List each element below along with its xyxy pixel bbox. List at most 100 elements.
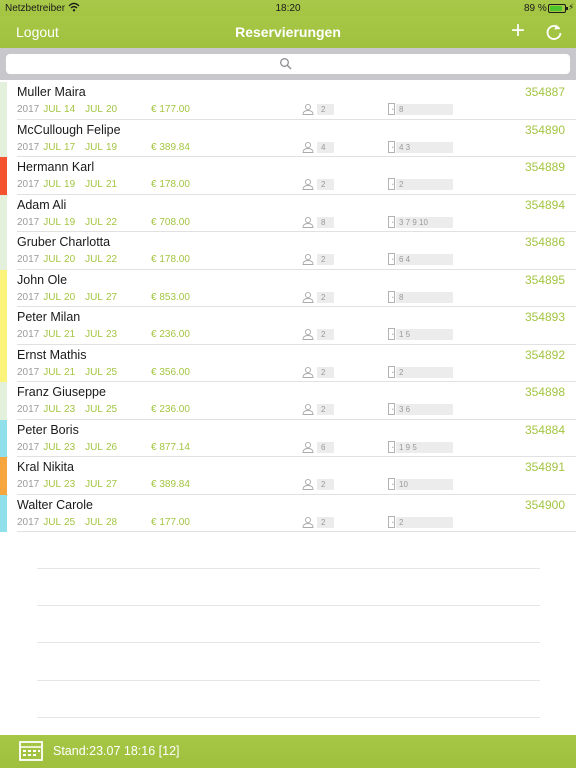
guest-name: Muller Maira [17, 85, 86, 99]
empty-row-divider [37, 717, 540, 718]
to-month: JUL [85, 516, 103, 528]
price: € 178.00 [151, 179, 190, 190]
door-icon [388, 178, 395, 190]
date-range: 2017 JUL 21 JUL 25 [17, 367, 117, 378]
reservation-row[interactable]: Walter Carole 354900 2017 JUL 25 JUL 28 € 177.0… [0, 494, 576, 532]
status-color-bar [0, 269, 7, 307]
to-day: 22 [105, 216, 118, 228]
reservation-row[interactable]: Hermann Karl 354889 2017 JUL 19 JUL 21 € 178.00… [0, 157, 576, 195]
year: 2017 [17, 216, 40, 228]
search-input[interactable] [6, 54, 570, 74]
from-month: JUL [43, 104, 62, 115]
guest-count: 2 [317, 291, 334, 303]
year: 2017 [17, 329, 40, 340]
person-icon [302, 178, 314, 190]
from-day: 23 [64, 479, 76, 490]
year: 2017 [17, 366, 40, 378]
date-range: 2017 JUL 20 JUL 22 [17, 254, 117, 265]
to-month: JUL [85, 216, 103, 228]
to-month: JUL [85, 329, 103, 340]
to-month: JUL [85, 404, 103, 415]
year: 2017 [17, 254, 40, 265]
plus-icon[interactable]: + [508, 18, 528, 44]
reservation-number: 354900 [524, 497, 565, 512]
door-icon [388, 478, 395, 490]
from-month: JUL [43, 366, 62, 378]
year: 2017 [17, 141, 40, 153]
last-update-status: Stand:23.07 18:16 [12] [53, 744, 180, 758]
from-month: JUL [43, 179, 62, 190]
year: 2017 [17, 479, 40, 490]
footer-bar: Stand:23.07 18:16 [12] [0, 735, 576, 768]
guest-count: 2 [317, 516, 334, 528]
from-day: 21 [64, 329, 76, 340]
reservation-row[interactable]: Peter Boris 354884 2017 JUL 23 JUL 26 € 877.14 6… [0, 419, 576, 457]
reservation-row[interactable]: Adam Ali 354894 2017 JUL 19 JUL 22 € 708.00 8 3 7… [0, 194, 576, 232]
to-day: 22 [105, 254, 118, 265]
person-icon [302, 216, 314, 228]
reservation-row[interactable]: Gruber Charlotta 354886 2017 JUL 20 JUL 22 € 17… [0, 232, 576, 270]
price: € 877.14 [151, 441, 190, 453]
guest-name: Adam Ali [17, 197, 67, 212]
from-month: JUL [43, 404, 62, 415]
reservation-number: 354895 [524, 272, 565, 287]
person-icon [302, 328, 314, 340]
date-range: 2017 JUL 20 JUL 27 [17, 292, 117, 303]
reservation-row[interactable]: Peter Milan 354893 2017 JUL 21 JUL 23 € 236.00 2… [0, 307, 576, 345]
charging-icon: ⚡ [568, 2, 575, 12]
status-color-bar [0, 119, 7, 157]
room-numbers: 1 5 [396, 329, 453, 340]
from-day: 19 [64, 179, 76, 190]
status-color-bar [0, 232, 7, 270]
reservation-row[interactable]: John Ole 354895 2017 JUL 20 JUL 27 € 853.00 2 8 [0, 269, 576, 307]
to-day: 21 [105, 179, 118, 190]
guest-count: 2 [317, 329, 334, 340]
reservation-row[interactable]: McCullough Felipe 354890 2017 JUL 17 JUL 19 € 3… [0, 119, 576, 157]
reservation-row[interactable]: Ernst Mathis 354892 2017 JUL 21 JUL 25 € 356.00… [0, 344, 576, 382]
reservation-row[interactable]: Muller Maira 354887 2017 JUL 14 JUL 20 € 177.00… [0, 82, 576, 120]
price: € 177.00 [151, 104, 190, 115]
guest-name: Gruber Charlotta [17, 235, 111, 249]
status-color-bar [0, 494, 7, 532]
guest-name: Ernst Mathis [17, 347, 87, 362]
price: € 177.00 [151, 516, 190, 528]
price: € 389.84 [151, 141, 190, 153]
price: € 853.00 [151, 291, 190, 303]
reservation-row[interactable]: Kral Nikita 354891 2017 JUL 23 JUL 27 € 389.84 2… [0, 457, 576, 495]
from-day: 20 [64, 291, 76, 303]
empty-row-divider [37, 568, 540, 569]
price: € 236.00 [151, 404, 190, 415]
door-icon [388, 515, 395, 528]
guest-count: 2 [317, 404, 334, 415]
door-icon [388, 403, 395, 415]
from-day: 23 [64, 441, 76, 453]
year: 2017 [17, 516, 40, 528]
navigation-bar: Logout Reservierungen + [0, 16, 576, 48]
guest-name: Franz Giuseppe [17, 385, 106, 399]
guest-name: Peter Boris [17, 422, 79, 437]
to-month: JUL [85, 104, 103, 115]
reservation-row[interactable]: Franz Giuseppe 354898 2017 JUL 23 JUL 25 € 236.… [0, 382, 576, 420]
room-numbers: 2 [396, 179, 453, 190]
year: 2017 [17, 441, 40, 453]
from-day: 20 [64, 254, 76, 265]
to-day: 19 [105, 141, 118, 153]
to-day: 27 [105, 291, 118, 303]
room-numbers: 8 [396, 104, 453, 115]
from-month: JUL [43, 141, 62, 153]
room-numbers: 2 [396, 366, 453, 378]
guest-name: John Ole [17, 272, 68, 287]
to-day: 26 [105, 441, 118, 453]
from-month: JUL [43, 441, 62, 453]
reservation-number: 354893 [524, 310, 565, 324]
from-month: JUL [43, 516, 62, 528]
door-icon [388, 253, 395, 265]
refresh-icon[interactable] [544, 22, 564, 42]
reservation-list: Muller Maira 354887 2017 JUL 14 JUL 20 € 177.00… [0, 82, 576, 532]
calendar-grid-icon[interactable] [19, 741, 43, 761]
price: € 708.00 [151, 216, 190, 228]
from-day: 23 [64, 404, 76, 415]
reservation-number: 354886 [524, 235, 565, 249]
search-icon [280, 58, 292, 70]
room-numbers: 8 [396, 291, 453, 303]
